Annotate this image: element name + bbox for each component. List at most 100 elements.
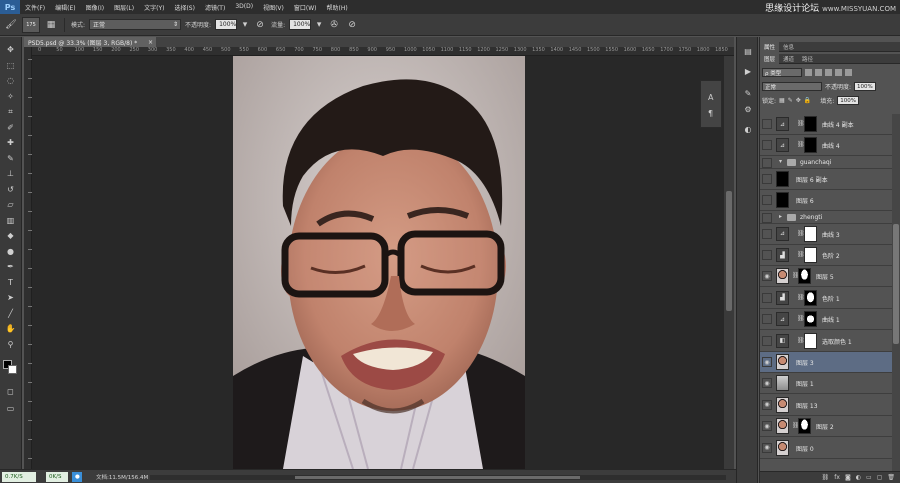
layer-mask-thumbnail[interactable]: [798, 268, 811, 285]
layer-mask-thumbnail[interactable]: [804, 247, 817, 263]
scrollbar-thumb[interactable]: [726, 191, 732, 311]
adjustments-icon[interactable]: ◐: [742, 123, 754, 135]
layer-name[interactable]: 图层 3: [796, 358, 814, 367]
lock-all-icon[interactable]: 🔒: [804, 97, 811, 104]
layer-row[interactable]: ⊿ ⛓ 曲线 4: [760, 135, 892, 157]
tab-info[interactable]: 信息: [779, 42, 798, 52]
mask-link-icon[interactable]: ⛓: [797, 294, 805, 301]
mask-link-icon[interactable]: ⛓: [797, 337, 805, 344]
opacity-field[interactable]: 100%: [215, 19, 238, 30]
layer-row[interactable]: ◉ 图层 1: [760, 373, 892, 395]
document-size-info[interactable]: 文档:11.5M/156.4M: [96, 473, 148, 481]
layer-row[interactable]: ⊿ ⛓ 曲线 1: [760, 309, 892, 331]
add-mask-icon[interactable]: ◙: [845, 474, 851, 481]
filter-type-icon[interactable]: [825, 69, 832, 76]
layer-row[interactable]: ▟ ⛓ 色阶 2: [760, 245, 892, 266]
layer-name[interactable]: guanchaqi: [800, 159, 831, 166]
visibility-eye-icon[interactable]: ◉: [762, 442, 772, 453]
layer-mask-thumbnail[interactable]: [804, 289, 817, 306]
mask-link-icon[interactable]: ⛓: [797, 141, 805, 148]
brush-size-picker[interactable]: 175: [22, 16, 40, 33]
background-color-swatch[interactable]: [8, 365, 17, 374]
paragraph-panel-icon[interactable]: ¶: [708, 109, 713, 118]
lasso-tool-icon[interactable]: ◌: [3, 74, 18, 87]
move-tool-icon[interactable]: ✥: [3, 43, 18, 56]
visibility-eye-icon[interactable]: ◉: [762, 421, 772, 432]
layer-name[interactable]: 色阶 1: [822, 294, 840, 303]
layer-row[interactable]: ▟ ⛓ 色阶 1: [760, 287, 892, 309]
eraser-tool-icon[interactable]: ▱: [3, 198, 18, 211]
layer-row[interactable]: ◉ 图层 3: [760, 352, 892, 373]
layer-row[interactable]: ◉ 图层 0: [760, 437, 892, 459]
layer-name[interactable]: 选取颜色 1: [822, 337, 852, 346]
history-icon[interactable]: ▤: [742, 45, 754, 57]
layer-group-row[interactable]: ▸ zhengti: [760, 211, 892, 224]
actions-play-icon[interactable]: ▶: [742, 65, 754, 77]
visibility-eye-icon[interactable]: ◉: [762, 271, 772, 282]
menu-item[interactable]: 滤镜(T): [200, 3, 230, 12]
menu-item[interactable]: 帮助(H): [322, 3, 353, 12]
chevron-right-icon[interactable]: ▸: [779, 213, 782, 220]
dodge-tool-icon[interactable]: ●: [3, 245, 18, 258]
visibility-eye-icon[interactable]: ◉: [762, 378, 772, 389]
layer-row[interactable]: ◉ ⛓ 图层 2: [760, 416, 892, 438]
layer-mask-thumbnail[interactable]: [798, 418, 811, 435]
layer-mask-thumbnail[interactable]: [804, 311, 817, 328]
filter-pixel-icon[interactable]: [805, 69, 812, 76]
pressure-size-icon[interactable]: ⊘: [345, 18, 359, 32]
visibility-eye-icon[interactable]: ◉: [762, 357, 772, 367]
visibility-eye-icon[interactable]: [762, 195, 772, 206]
layer-row[interactable]: ◉ 图层 13: [760, 394, 892, 416]
menu-item[interactable]: 文字(Y): [139, 3, 169, 12]
layer-name[interactable]: 图层 6: [796, 196, 814, 205]
mode-select[interactable]: 正常 ⇕: [89, 19, 182, 30]
marquee-tool-icon[interactable]: ⬚: [3, 59, 18, 72]
document-image[interactable]: [233, 56, 525, 469]
visibility-eye-icon[interactable]: [762, 140, 772, 151]
layer-name[interactable]: zhengti: [800, 214, 822, 221]
flow-field[interactable]: 100%: [289, 19, 312, 30]
menu-item[interactable]: 编辑(E): [50, 3, 80, 12]
brush-tool-icon[interactable]: ✎: [3, 152, 18, 165]
layer-name[interactable]: 曲线 4 副本: [822, 120, 854, 129]
visibility-eye-icon[interactable]: [762, 228, 772, 239]
layer-name[interactable]: 图层 13: [796, 401, 818, 410]
visibility-eye-icon[interactable]: [762, 250, 772, 260]
menu-item[interactable]: 视图(V): [258, 3, 289, 12]
pen-tool-icon[interactable]: ✒: [3, 260, 18, 273]
new-adjustment-icon[interactable]: ◐: [856, 474, 861, 481]
eyedropper-tool-icon[interactable]: ✐: [3, 121, 18, 134]
visibility-eye-icon[interactable]: [762, 119, 772, 129]
visibility-eye-icon[interactable]: [762, 173, 772, 184]
history-brush-tool-icon[interactable]: ↺: [3, 183, 18, 196]
blur-tool-icon[interactable]: ◆: [3, 229, 18, 242]
zoom-tool-icon[interactable]: ⚲: [3, 338, 18, 351]
layer-group-row[interactable]: ▾ guanchaqi: [760, 156, 892, 169]
lock-position-icon[interactable]: ✥: [796, 97, 801, 104]
blend-mode-select[interactable]: 正常: [762, 82, 822, 91]
quick-mask-icon[interactable]: ◻: [3, 385, 18, 398]
new-layer-icon[interactable]: ▢: [877, 474, 883, 481]
layer-row[interactable]: ◧ ⛓ 选取颜色 1: [760, 330, 892, 352]
layer-row[interactable]: ⊿ ⛓ 曲线 3: [760, 223, 892, 245]
canvas-scrollbar-vertical[interactable]: [724, 56, 734, 469]
canvas-scrollbar-horizontal[interactable]: [150, 475, 726, 480]
fill-field[interactable]: 100%: [837, 96, 860, 105]
menu-item[interactable]: 选择(S): [169, 3, 200, 12]
layer-mask-thumbnail[interactable]: [804, 225, 817, 242]
mask-link-icon[interactable]: ⛓: [797, 230, 805, 237]
visibility-eye-icon[interactable]: [762, 157, 772, 168]
layer-name[interactable]: 图层 5: [816, 272, 834, 281]
healing-tool-icon[interactable]: ✚: [3, 136, 18, 149]
hand-tool-icon[interactable]: ✋: [3, 322, 18, 335]
quick-select-tool-icon[interactable]: ✧: [3, 90, 18, 103]
chevron-down-icon[interactable]: ▾: [779, 158, 782, 165]
layer-mask-thumbnail[interactable]: [804, 116, 817, 132]
ruler-horizontal[interactable]: 0 50 100 150 200 250 300 350 400 450 500 550 600 650 7…: [32, 47, 734, 56]
visibility-eye-icon[interactable]: [762, 335, 772, 346]
clone-stamp-tool-icon[interactable]: ⊥: [3, 167, 18, 180]
scrollbar-thumb[interactable]: [295, 476, 580, 479]
airbrush-icon[interactable]: ✇: [327, 18, 341, 32]
layer-opacity-field[interactable]: 100%: [854, 82, 877, 91]
layer-thumbnail[interactable]: [776, 418, 789, 435]
